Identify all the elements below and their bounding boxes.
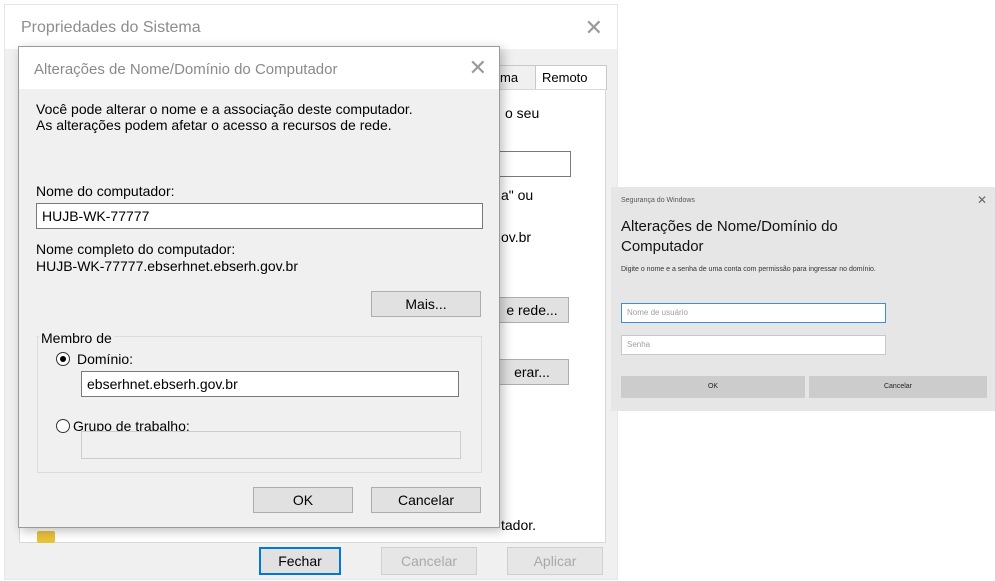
dialog-titlebar: Alterações de Nome/Domínio do Computador… [19, 47, 499, 89]
text-fragment-2: a" ou [501, 187, 534, 203]
password-input[interactable]: Senha [621, 335, 886, 355]
security-header: Segurança do Windows [621, 197, 695, 204]
workgroup-radio[interactable] [56, 419, 70, 433]
close-icon[interactable]: ✕ [585, 15, 603, 41]
computer-name-label: Nome do computador: [36, 183, 175, 199]
security-heading: Alterações de Nome/Domínio do Computador [621, 218, 838, 255]
text-fragment-3: ov.br [501, 229, 532, 245]
dialog-title: Alterações de Nome/Domínio do Computador [34, 61, 338, 78]
cancel-button[interactable]: Cancelar [381, 547, 477, 575]
change-button[interactable]: erar... [495, 359, 569, 385]
description-field-partial[interactable] [495, 151, 571, 177]
close-button[interactable]: Fechar [259, 547, 341, 575]
full-name-label: Nome completo do computador: [36, 241, 236, 257]
username-input[interactable]: Nome de usuário [621, 303, 886, 323]
system-properties-title: Propriedades do Sistema [21, 19, 201, 36]
domain-label: Domínio: [77, 351, 134, 367]
system-properties-titlebar: Propriedades do Sistema ✕ [5, 5, 617, 49]
apply-button[interactable]: Aplicar [507, 547, 603, 575]
windows-security-dialog: Segurança do Windows ✕ Alterações de Nom… [611, 187, 995, 411]
text-fragment-4: tador. [501, 517, 537, 533]
close-icon[interactable]: ✕ [977, 193, 987, 207]
computer-name-dialog: Alterações de Nome/Domínio do Computador… [18, 46, 500, 528]
domain-input[interactable]: ebserhnet.ebserh.gov.br [81, 371, 459, 397]
shield-icon [37, 531, 55, 543]
cancel-button[interactable]: Cancelar [371, 487, 481, 513]
ok-button[interactable]: OK [253, 487, 353, 513]
ok-button[interactable]: OK [621, 376, 805, 398]
text-fragment-1: o seu [505, 105, 540, 121]
close-icon[interactable]: ✕ [469, 55, 487, 81]
tab-remote[interactable]: Remoto [535, 65, 607, 90]
domain-radio[interactable] [56, 352, 70, 366]
cancel-button[interactable]: Cancelar [809, 376, 987, 398]
intro-text-line-1: Você pode alterar o nome e a associação … [36, 101, 413, 117]
network-id-button[interactable]: e rede... [495, 297, 569, 323]
full-name-value: HUJB-WK-77777.ebserhnet.ebserh.gov.br [36, 258, 298, 274]
more-button[interactable]: Mais... [371, 291, 481, 317]
intro-text-line-2: As alterações podem afetar o acesso a re… [36, 117, 392, 133]
workgroup-input[interactable] [81, 431, 461, 459]
member-of-label: Membro de [39, 330, 114, 346]
computer-name-input[interactable]: HUJB-WK-77777 [36, 203, 483, 229]
security-description: Digite o nome e a senha de uma conta com… [621, 266, 876, 273]
